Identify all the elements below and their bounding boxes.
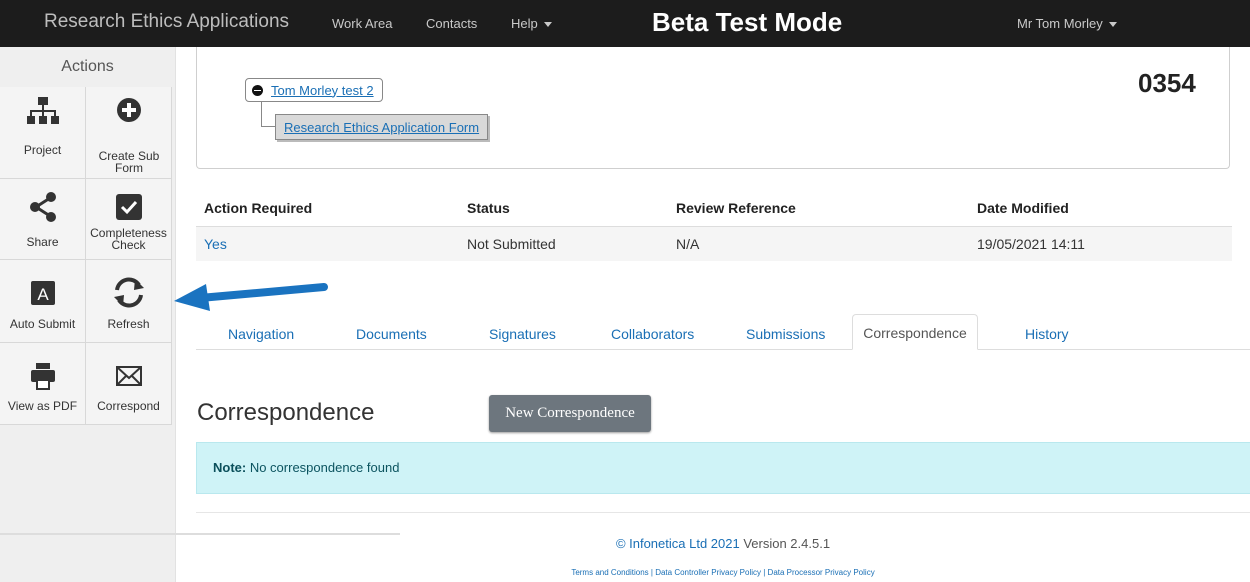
note-label: Note: xyxy=(213,460,247,475)
header-status: Status xyxy=(467,200,510,216)
tree-connector xyxy=(261,126,275,127)
top-navbar: Research Ethics Applications Work Area C… xyxy=(0,0,1250,47)
beta-mode-banner: Beta Test Mode xyxy=(652,7,843,37)
refresh-icon xyxy=(114,277,144,308)
correspond-button[interactable]: Correspond xyxy=(86,343,172,425)
divider xyxy=(196,349,1250,350)
project-button[interactable]: Project xyxy=(0,87,86,179)
user-menu[interactable]: Mr Tom Morley xyxy=(1017,16,1117,31)
tab-history[interactable]: History xyxy=(1025,326,1069,342)
chevron-down-icon xyxy=(543,22,552,28)
copyright-link[interactable]: © Infonetica Ltd 2021 xyxy=(616,536,740,551)
project-label: Project xyxy=(23,143,62,157)
nav-help-dropdown[interactable]: Help xyxy=(511,16,552,31)
tab-correspondence[interactable]: Correspondence xyxy=(852,314,978,350)
header-review-reference: Review Reference xyxy=(676,200,796,216)
view-as-pdf-button[interactable]: View as PDF xyxy=(0,343,86,425)
note-message: No correspondence found xyxy=(246,460,400,475)
nav-work-area[interactable]: Work Area xyxy=(332,16,392,31)
arrow-pointer-icon xyxy=(174,283,328,311)
action-required-link[interactable]: Yes xyxy=(204,236,227,252)
tab-navigation[interactable]: Navigation xyxy=(228,326,294,342)
divider xyxy=(0,533,400,535)
completeness-check-label: Completeness Check xyxy=(90,226,167,252)
view-as-pdf-label: View as PDF xyxy=(7,399,78,413)
footer-policy-links[interactable]: Terms and Conditions | Data Controller P… xyxy=(0,568,1250,577)
auto-submit-button[interactable]: A Auto Submit xyxy=(0,260,86,343)
user-name: Mr Tom Morley xyxy=(1017,16,1103,31)
footer-copyright: © Infonetica Ltd 2021 Version 2.4.5.1 xyxy=(0,536,1250,551)
status-value: Not Submitted xyxy=(467,236,556,252)
section-title: Correspondence xyxy=(197,399,375,426)
printer-icon xyxy=(31,363,55,390)
tree-child-link[interactable]: Research Ethics Application Form xyxy=(284,120,479,135)
share-button[interactable]: Share xyxy=(0,179,86,260)
create-sub-form-button[interactable]: Create Sub Form xyxy=(86,87,172,179)
envelope-icon xyxy=(116,366,142,386)
tree-connector xyxy=(261,101,262,127)
date-modified-value: 19/05/2021 14:11 xyxy=(977,236,1085,252)
tree-root-link[interactable]: Tom Morley test 2 xyxy=(271,83,374,98)
version-text: Version 2.4.5.1 xyxy=(739,536,831,551)
completeness-check-button[interactable]: Completeness Check xyxy=(86,179,172,260)
sitemap-icon xyxy=(27,97,59,124)
tab-submissions[interactable]: Submissions xyxy=(746,326,825,342)
app-brand[interactable]: Research Ethics Applications xyxy=(44,11,289,33)
form-tree-panel xyxy=(196,47,1230,169)
nav-contacts[interactable]: Contacts xyxy=(426,16,477,31)
application-id: 0354 xyxy=(1138,68,1196,98)
tab-documents[interactable]: Documents xyxy=(356,326,427,342)
check-square-icon xyxy=(116,194,142,220)
actions-sidebar: Actions Project Create Sub Form Share Co… xyxy=(0,47,176,582)
tree-child-node[interactable]: Research Ethics Application Form xyxy=(275,114,489,140)
alert-text: Note: No correspondence found xyxy=(213,460,399,475)
chevron-down-icon xyxy=(1108,22,1117,28)
actions-title: Actions xyxy=(61,58,114,75)
header-action-required: Action Required xyxy=(204,200,313,216)
refresh-button[interactable]: Refresh xyxy=(86,260,172,343)
info-alert: Note: No correspondence found xyxy=(196,442,1250,494)
header-date-modified: Date Modified xyxy=(977,200,1069,216)
auto-submit-label: Auto Submit xyxy=(9,317,76,331)
correspond-label: Correspond xyxy=(97,399,160,413)
tab-collaborators[interactable]: Collaborators xyxy=(611,326,694,342)
tab-signatures[interactable]: Signatures xyxy=(489,326,556,342)
new-correspondence-button[interactable]: New Correspondence xyxy=(489,395,651,432)
nav-help-label: Help xyxy=(511,16,538,31)
divider xyxy=(196,512,1250,513)
share-label: Share xyxy=(26,235,59,249)
letter-a-icon: A xyxy=(31,281,55,305)
plus-circle-icon xyxy=(117,98,141,122)
share-icon xyxy=(30,192,56,222)
review-reference-value: N/A xyxy=(676,236,700,252)
collapse-icon[interactable] xyxy=(252,84,263,96)
tree-root-node[interactable]: Tom Morley test 2 xyxy=(245,78,383,102)
create-sub-form-label: Create Sub Form xyxy=(98,149,160,175)
refresh-label: Refresh xyxy=(107,317,150,331)
svg-text:A: A xyxy=(37,285,49,304)
